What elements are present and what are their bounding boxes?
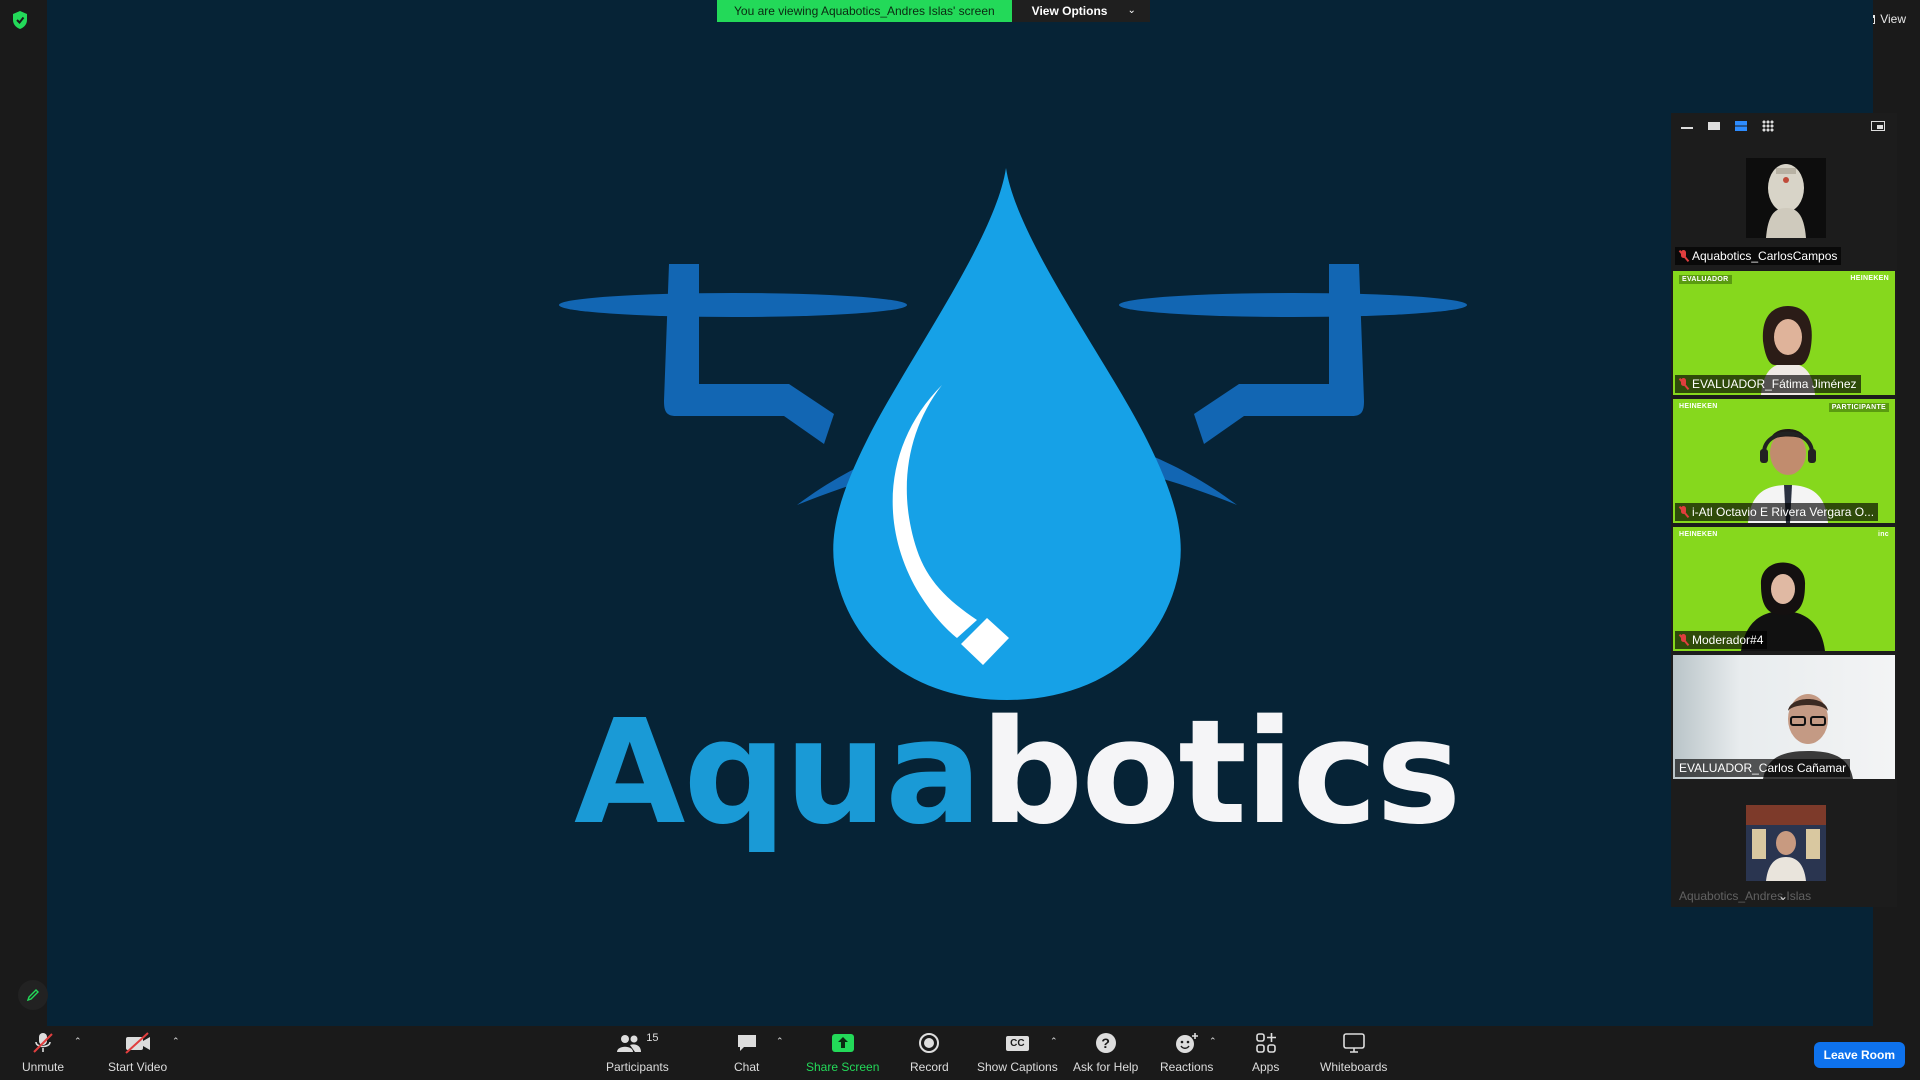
annotate-button[interactable] <box>18 980 48 1010</box>
participants-label: Participants <box>606 1060 669 1074</box>
participant-name: i-Atl Octavio E Rivera Vergara O... <box>1675 503 1879 521</box>
video-options-caret[interactable]: ⌃ <box>172 1036 180 1047</box>
wordmark-part-aqua: Aqua <box>574 688 982 856</box>
view-button-label: View <box>1880 12 1906 26</box>
ask-for-help-button[interactable]: ? Ask for Help <box>1073 1032 1138 1074</box>
tile-brand-left: HEINEKEN <box>1679 531 1718 538</box>
captions-icon: CC <box>1006 1035 1029 1051</box>
leave-room-button[interactable]: Leave Room <box>1813 1042 1905 1068</box>
show-captions-label: Show Captions <box>977 1060 1058 1074</box>
help-icon: ? <box>1095 1033 1116 1053</box>
participant-tile[interactable]: EVALUADOR HEINEKEN EVALUADOR_Fátima Jimé… <box>1673 271 1895 395</box>
audio-options-caret[interactable]: ⌃ <box>74 1036 82 1047</box>
participant-tile[interactable]: Aquabotics_CarlosCampos <box>1673 143 1895 267</box>
wordmark-part-botics: botics <box>980 688 1461 856</box>
participant-name-text: i-Atl Octavio E Rivera Vergara O... <box>1692 505 1875 519</box>
avatar <box>1746 158 1826 238</box>
apps-icon <box>1255 1033 1276 1053</box>
participant-gallery: Aquabotics_CarlosCampos EVALUADOR HEINEK… <box>1671 113 1897 907</box>
avatar <box>1746 805 1826 885</box>
ask-for-help-label: Ask for Help <box>1073 1060 1139 1074</box>
reactions-icon <box>1175 1033 1198 1053</box>
participants-icon <box>617 1035 642 1052</box>
chat-icon <box>737 1035 756 1051</box>
participant-name-text: Aquabotics_CarlosCampos <box>1692 249 1838 263</box>
unmute-label: Unmute <box>22 1060 65 1074</box>
tile-brand-right: inc <box>1877 531 1889 538</box>
record-label: Record <box>910 1060 949 1074</box>
mic-muted-icon <box>1679 506 1688 518</box>
strip-view-icon[interactable] <box>1735 121 1747 131</box>
grid-view-icon[interactable] <box>1762 120 1774 132</box>
whiteboards-label: Whiteboards <box>1320 1060 1388 1074</box>
minimize-icon[interactable] <box>1681 123 1693 129</box>
show-captions-button[interactable]: CC Show Captions <box>977 1032 1058 1074</box>
pip-icon[interactable] <box>1871 121 1885 131</box>
gallery-toolbar <box>1671 113 1897 139</box>
participant-name-text: Aquabotics_Andres Islas <box>1679 889 1812 903</box>
share-screen-button[interactable]: Share Screen <box>806 1032 879 1074</box>
participant-name-text: Moderador#4 <box>1692 633 1764 647</box>
tile-brand-right: HEINEKEN <box>1850 275 1889 282</box>
captions-options-caret[interactable]: ⌃ <box>1050 1036 1058 1047</box>
chat-options-caret[interactable]: ⌃ <box>776 1036 784 1047</box>
participant-name: EVALUADOR_Carlos Cañamar <box>1675 759 1851 777</box>
chat-label: Chat <box>734 1060 760 1074</box>
aquabotics-wordmark: Aquabotics <box>574 700 1462 844</box>
participants-button[interactable]: 15 Participants <box>606 1032 669 1074</box>
share-screen-label: Share Screen <box>806 1060 880 1074</box>
chevron-down-icon: ⌄ <box>1127 5 1136 16</box>
tile-brand-left: HEINEKEN <box>1679 403 1718 410</box>
participant-name: EVALUADOR_Fátima Jiménez <box>1675 375 1861 393</box>
participant-name: Aquabotics_CarlosCampos <box>1675 247 1842 265</box>
view-options-button[interactable]: View Options ⌄ <box>1011 0 1150 22</box>
record-button[interactable]: Record <box>910 1032 949 1074</box>
mic-muted-icon <box>1679 378 1688 390</box>
participant-tile[interactable]: Aquabotics_Andres Islas ⌄ <box>1673 783 1895 907</box>
participant-tile[interactable]: HEINEKEN inc Moderador#4 <box>1673 527 1895 651</box>
single-view-icon[interactable] <box>1708 122 1720 130</box>
participants-count: 15 <box>646 1032 659 1044</box>
view-options-label: View Options <box>1031 4 1108 18</box>
participant-name-text: EVALUADOR_Carlos Cañamar <box>1679 761 1847 775</box>
participant-name: Aquabotics_Andres Islas <box>1675 887 1815 905</box>
shared-screen <box>47 0 1873 1026</box>
reactions-label: Reactions <box>1160 1060 1214 1074</box>
participant-tile[interactable]: HEINEKEN PARTICIPANTE i-Atl Octavio E Ri… <box>1673 399 1895 523</box>
chat-button[interactable]: Chat <box>734 1032 759 1074</box>
apps-button[interactable]: Apps <box>1252 1032 1279 1074</box>
zoom-meeting-window: View Aquabotics You are viewing Aquaboti… <box>0 0 1920 1080</box>
start-video-button[interactable]: Start Video <box>108 1032 167 1074</box>
participant-name-text: EVALUADOR_Fátima Jiménez <box>1692 377 1857 391</box>
mic-muted-icon <box>1679 634 1688 646</box>
meeting-toolbar: Unmute ⌃ Start Video ⌃ 15 Participants C… <box>0 1026 1920 1080</box>
share-screen-icon <box>831 1034 854 1052</box>
viewing-screen-message: You are viewing Aquabotics_Andres Islas'… <box>717 0 1012 22</box>
mic-muted-icon <box>1679 250 1688 262</box>
chevron-down-icon[interactable]: ⌄ <box>1778 889 1788 903</box>
shield-icon[interactable] <box>11 10 29 30</box>
apps-label: Apps <box>1252 1060 1280 1074</box>
screen-share-banner: You are viewing Aquabotics_Andres Islas'… <box>717 0 1150 22</box>
unmute-button[interactable]: Unmute <box>22 1032 64 1074</box>
tile-brand-right: PARTICIPANTE <box>1828 403 1889 412</box>
record-icon <box>919 1033 940 1053</box>
pencil-icon <box>26 989 39 1002</box>
mic-muted-icon <box>33 1033 53 1053</box>
whiteboard-icon <box>1342 1033 1365 1053</box>
participant-tile[interactable]: EVALUADOR_Carlos Cañamar <box>1673 655 1895 779</box>
video-off-icon <box>124 1032 150 1054</box>
start-video-label: Start Video <box>108 1060 168 1074</box>
reactions-options-caret[interactable]: ⌃ <box>1209 1036 1217 1047</box>
whiteboards-button[interactable]: Whiteboards <box>1320 1032 1387 1074</box>
tile-brand-left: EVALUADOR <box>1679 275 1732 284</box>
reactions-button[interactable]: Reactions <box>1160 1032 1213 1074</box>
participant-name: Moderador#4 <box>1675 631 1768 649</box>
